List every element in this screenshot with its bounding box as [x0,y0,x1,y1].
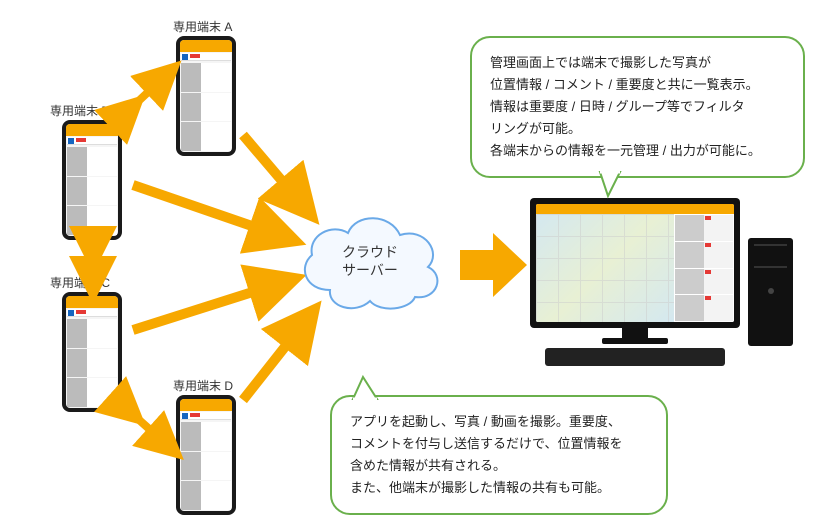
sync-arrow-b-c [78,245,108,290]
phone-screen [180,399,232,511]
cloud-label-line1: クラウド [290,243,450,261]
callout-line: 各端末からの情報を一元管理 / 出力が可能に。 [490,140,785,162]
phone-label-b: 専用端末 B [50,102,109,119]
callout-line: 管理画面上では端末で撮影した写真が [490,52,785,74]
arrow-d-to-cloud [238,312,318,412]
monitor [530,198,740,328]
sync-arrow-c-d [122,400,178,456]
desktop-computer [530,198,805,368]
phone-screen [66,296,118,408]
sync-arrow-a-b [120,65,180,125]
keyboard [545,348,725,366]
callout-line: また、他端末が撮影した情報の共有も可能。 [350,477,648,499]
phone-device-c [62,292,122,412]
photo-list [674,214,734,322]
phone-device-b [62,120,122,240]
callout-tail-bottom [345,375,385,401]
phone-device-d [176,395,236,515]
callout-app-usage: アプリを起動し、写真 / 動画を撮影。重要度、 コメントを付与し送信するだけで、… [330,395,668,515]
arrow-b-to-cloud [128,180,293,250]
monitor-screen [536,204,734,322]
map-view [536,214,674,322]
phone-screen [180,40,232,152]
callout-admin-screen: 管理画面上では端末で撮影した写真が 位置情報 / コメント / 重要度と共に一覧… [470,36,805,178]
callout-line: コメントを付与し送信するだけで、位置情報を [350,433,648,455]
phone-screen [66,124,118,236]
pc-tower [748,238,793,346]
cloud-label: クラウド サーバー [290,243,450,279]
phone-label-d: 専用端末 D [173,377,233,394]
callout-line: 位置情報 / コメント / 重要度と共に一覧表示。 [490,74,785,96]
arrow-cloud-to-desktop [455,225,535,305]
callout-line: 情報は重要度 / 日時 / グループ等でフィルタ [490,96,785,118]
phone-device-a [176,36,236,156]
cloud-label-line2: サーバー [290,261,450,279]
callout-line: リングが可能。 [490,118,785,140]
callout-line: 含めた情報が共有される。 [350,455,648,477]
callout-line: アプリを起動し、写真 / 動画を撮影。重要度、 [350,411,648,433]
phone-label-a: 専用端末 A [173,18,232,35]
cloud-server: クラウド サーバー [290,205,450,315]
callout-tail-top [590,172,630,200]
